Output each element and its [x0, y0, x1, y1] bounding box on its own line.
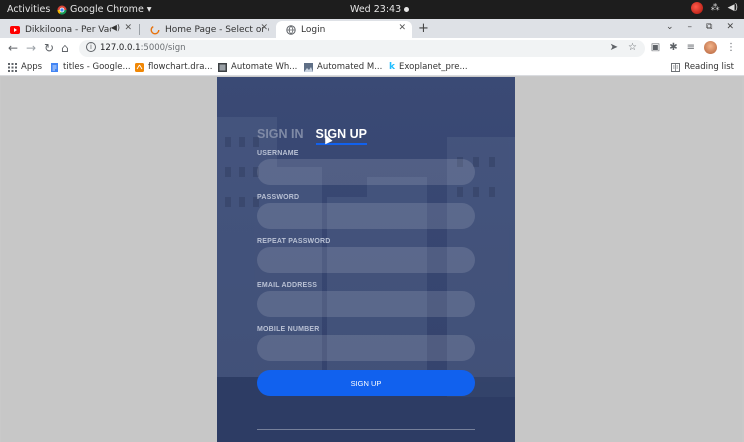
repeat-password-input[interactable]: [257, 247, 475, 273]
kaggle-icon: k: [389, 62, 395, 72]
repeat-password-label: REPEAT PASSWORD: [257, 238, 331, 245]
bookmark-automated-m[interactable]: Automated M...: [304, 62, 382, 72]
address-bar[interactable]: i 127.0.0.1:5000/sign ➤ ☆: [79, 40, 645, 57]
tab-title: Login: [301, 24, 326, 35]
bookmark-label: Automated M...: [317, 62, 383, 72]
recording-dot-icon: [404, 7, 410, 12]
cast-icon[interactable]: ▣: [651, 42, 660, 53]
email-input[interactable]: [257, 291, 475, 317]
chrome-icon: [57, 5, 67, 15]
image-icon: [304, 62, 313, 72]
mobile-input[interactable]: [257, 335, 475, 361]
volume-icon: ◀): [727, 3, 738, 13]
browser-toolbar: ← → ↻ ⌂ i 127.0.0.1:5000/sign ➤ ☆ ▣ ✱ ≡ …: [0, 38, 744, 59]
url-host: 127.0.0.1: [100, 43, 141, 53]
tab-title: Home Page - Select or cre: [165, 24, 269, 35]
bookmark-label: flowchart.dra...: [148, 62, 213, 72]
bookmark-label: Exoplanet_pre...: [399, 62, 468, 72]
apps-grid-icon: [8, 62, 17, 72]
email-label: EMAIL ADDRESS: [257, 282, 318, 289]
divider: [257, 429, 475, 430]
home-icon[interactable]: ⌂: [61, 41, 69, 55]
reload-icon[interactable]: ↻: [44, 41, 54, 55]
bookmark-apps[interactable]: Apps: [8, 62, 42, 72]
forward-icon[interactable]: →: [26, 41, 36, 55]
app-name: Google Chrome: [70, 4, 144, 15]
app-menu[interactable]: Google Chrome ▾: [57, 4, 152, 15]
reading-list-icon: [671, 62, 681, 72]
sign-up-button[interactable]: SIGN UP: [257, 370, 475, 396]
restore-icon[interactable]: ⧉: [706, 22, 712, 32]
system-top-bar: Activities Google Chrome ▾ Wed 23:43 ⁂ ◀…: [0, 0, 744, 19]
network-icon: ⁂: [710, 3, 720, 13]
tab-title: Dikkiloona - Per Vacha: [25, 24, 111, 35]
system-tray[interactable]: ⁂ ◀): [690, 2, 738, 14]
page-icon: [218, 62, 227, 72]
password-input[interactable]: [257, 203, 475, 229]
password-label: PASSWORD: [257, 194, 300, 201]
tab-login[interactable]: Login ✕: [276, 21, 412, 38]
menu-icon[interactable]: ⋮: [726, 42, 736, 53]
chevron-down-icon: ▾: [146, 4, 152, 15]
username-label: USERNAME: [257, 150, 299, 157]
bookmark-automate-wh[interactable]: Automate Wh...: [218, 62, 297, 72]
globe-icon: [286, 24, 296, 35]
page-viewport: SIGN IN SIGN UP USERNAME PASSWORD REPEAT…: [1, 77, 742, 442]
bookmark-star-icon[interactable]: ☆: [628, 42, 637, 53]
close-window-icon[interactable]: ✕: [726, 22, 734, 32]
tab-sign-in[interactable]: SIGN IN: [257, 127, 304, 145]
back-icon[interactable]: ←: [8, 41, 18, 55]
tab-search-icon[interactable]: ⌄: [666, 22, 674, 32]
bookmark-titles[interactable]: titles - Google...: [50, 62, 131, 72]
docs-icon: [51, 62, 58, 72]
url-path: :5000/sign: [140, 43, 186, 53]
bookmark-label: Automate Wh...: [231, 62, 298, 72]
profile-avatar[interactable]: [704, 41, 717, 54]
close-tab-icon[interactable]: ✕: [260, 23, 268, 33]
signup-card: SIGN IN SIGN UP USERNAME PASSWORD REPEAT…: [217, 77, 515, 442]
tab-strip: Dikkiloona - Per Vacha ◀) ✕ Home Page - …: [0, 19, 744, 38]
site-info-icon[interactable]: i: [86, 42, 96, 52]
reading-list-label: Reading list: [684, 62, 734, 72]
loading-icon: [150, 25, 160, 35]
tab-youtube[interactable]: Dikkiloona - Per Vacha ◀) ✕: [0, 21, 138, 38]
minimize-icon[interactable]: –: [688, 22, 693, 32]
username-input[interactable]: [257, 159, 475, 185]
toolbar-actions: ▣ ✱ ≡ ⋮: [651, 41, 736, 54]
media-icon[interactable]: ≡: [687, 42, 695, 53]
close-tab-icon[interactable]: ✕: [124, 23, 132, 33]
reading-list-button[interactable]: Reading list: [671, 62, 734, 72]
extensions-icon[interactable]: ✱: [669, 42, 677, 53]
clock[interactable]: Wed 23:43: [350, 4, 410, 15]
bookmarks-bar: Apps titles - Google... flowchart.dra...…: [0, 59, 744, 76]
clock-text: Wed 23:43: [350, 4, 402, 15]
activities-button[interactable]: Activities: [7, 4, 50, 15]
bookmark-label: titles - Google...: [63, 62, 131, 72]
tab-home-page[interactable]: Home Page - Select or cre ✕: [140, 21, 274, 38]
youtube-icon: [10, 25, 20, 35]
speaker-icon[interactable]: ◀): [111, 23, 120, 32]
bookmark-flowchart[interactable]: flowchart.dra...: [135, 62, 213, 72]
window-controls: ⌄ – ⧉ ✕: [666, 22, 734, 32]
indicator-icon[interactable]: [690, 2, 703, 14]
drawio-icon: [135, 62, 144, 72]
url-text[interactable]: 127.0.0.1:5000/sign: [100, 43, 186, 53]
bookmark-label: Apps: [21, 62, 43, 72]
new-tab-button[interactable]: +: [418, 21, 429, 36]
close-tab-icon[interactable]: ✕: [398, 23, 406, 33]
mobile-label: MOBILE NUMBER: [257, 326, 320, 333]
auth-tabs: SIGN IN SIGN UP: [257, 127, 367, 145]
bookmark-exoplanet[interactable]: k Exoplanet_pre...: [389, 62, 468, 72]
send-icon[interactable]: ➤: [610, 42, 618, 53]
